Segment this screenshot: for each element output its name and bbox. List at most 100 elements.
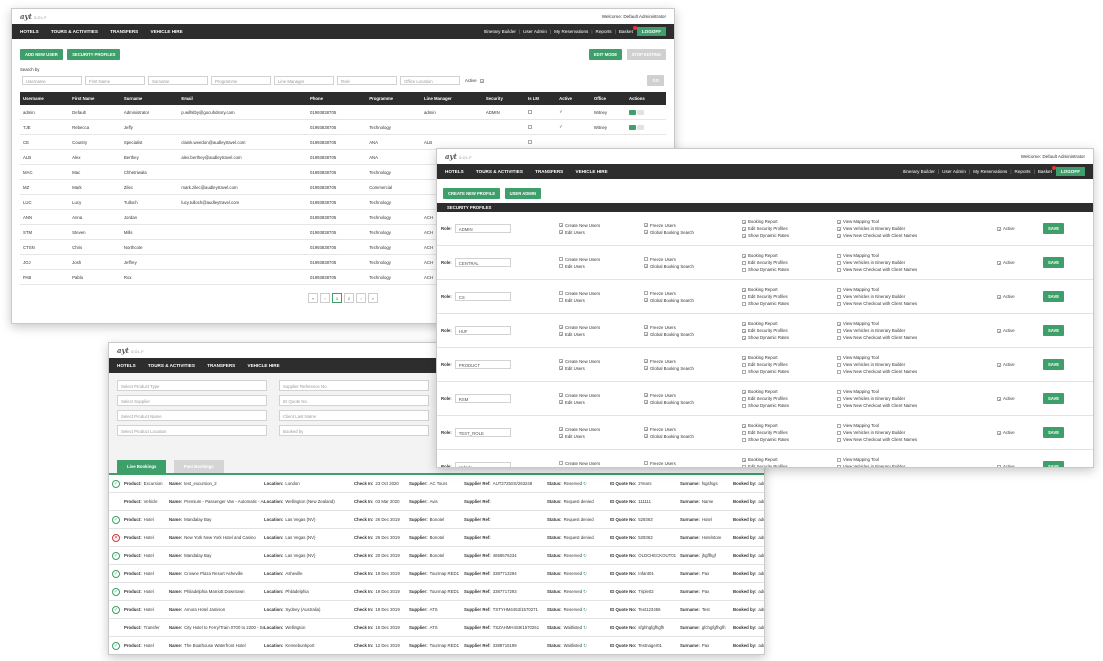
permission-checkbox[interactable] [837,260,841,265]
toggle-user-icon[interactable] [636,109,644,115]
permission-checkbox[interactable] [837,301,841,306]
sp-nav-itinerary-builder[interactable]: Itinerary Builder [903,169,935,174]
booking-filter-input[interactable]: Select Product Type [117,380,267,391]
permission-checkbox[interactable] [742,396,746,401]
permission-checkbox[interactable] [742,362,746,367]
save-button[interactable]: SAVE [1043,461,1065,467]
security-profiles-button[interactable]: SECURITY PROFILES [67,49,121,60]
booking-row[interactable]: Product: Transfer Name: City Hotel to Ferry… [109,619,764,637]
user-admin-button[interactable]: USER ADMIN [504,188,541,199]
active-filter-checkbox[interactable] [479,78,484,83]
permission-checkbox[interactable] [644,223,648,227]
permission-checkbox[interactable] [837,321,841,326]
permission-checkbox[interactable] [559,264,563,268]
permission-checkbox[interactable] [742,464,746,467]
permission-checkbox[interactable] [644,291,648,295]
tab-past-bookings[interactable]: Past Bookings [173,460,224,473]
permission-checkbox[interactable] [559,359,563,363]
refresh-icon[interactable]: ↻ [582,553,587,558]
surname-input[interactable]: Surname [148,76,208,85]
permission-checkbox[interactable] [559,325,563,329]
permission-checkbox[interactable] [742,233,746,238]
sp-nav-basket[interactable]: Basket [1038,166,1056,174]
page-button[interactable]: 1 [332,293,342,303]
permission-checkbox[interactable] [837,219,841,224]
permission-checkbox[interactable] [742,328,746,333]
nav-hotels[interactable]: HOTELS [20,29,39,34]
permission-checkbox[interactable] [742,423,746,428]
permission-checkbox[interactable] [742,457,746,462]
permission-checkbox[interactable] [644,264,648,268]
refresh-icon[interactable]: ↻ [582,481,587,486]
role-input[interactable]: Role [337,76,397,85]
nav-basket[interactable]: Basket [619,26,637,34]
bookings-nav-vehicle-hire[interactable]: VEHICLE HIRE [248,363,280,368]
sp-nav-user-admin[interactable]: User Admin [942,169,966,174]
refresh-icon[interactable]: ↻ [582,625,587,630]
role-name-input[interactable]: CS [454,292,511,301]
page-button[interactable]: » [368,293,378,303]
sp-nav-tours[interactable]: TOURS & ACTIVITIES [476,169,523,174]
permission-checkbox[interactable] [837,457,841,462]
page-button[interactable]: « [308,293,318,303]
permission-checkbox[interactable] [837,294,841,299]
sp-nav-transfers[interactable]: TRANSFERS [535,169,563,174]
permission-checkbox[interactable] [837,437,841,442]
role-name-input[interactable]: ADMIN [454,224,511,233]
permission-checkbox[interactable] [837,362,841,367]
permission-checkbox[interactable] [742,253,746,258]
permission-checkbox[interactable] [742,335,746,340]
permission-checkbox[interactable] [644,298,648,302]
permission-checkbox[interactable] [837,403,841,408]
permission-checkbox[interactable] [644,230,648,234]
nav-user-admin[interactable]: User Admin [523,29,547,34]
username-input[interactable]: Username [22,76,82,85]
permission-checkbox[interactable] [742,219,746,224]
page-button[interactable]: 2 [344,293,354,303]
permission-checkbox[interactable] [644,257,648,261]
permission-checkbox[interactable] [837,423,841,428]
permission-checkbox[interactable] [742,267,746,272]
permission-checkbox[interactable] [742,294,746,299]
sp-nav-vehicle-hire[interactable]: VEHICLE HIRE [576,169,608,174]
is-lm-check[interactable] [528,110,533,115]
booking-filter-input[interactable]: ID Quote No [279,395,429,406]
nav-tours[interactable]: TOURS & ACTIVITIES [51,29,98,34]
table-row[interactable]: TJE Rebecca Jeffy 01993838705 Technology ✓ Wit… [20,119,666,135]
first-name-input[interactable]: First Name [85,76,145,85]
create-profile-button[interactable]: CREATE NEW PROFILE [443,188,501,199]
permission-checkbox[interactable] [742,226,746,231]
edit-user-icon[interactable] [628,124,636,130]
save-button[interactable]: SAVE [1043,393,1065,404]
permission-checkbox[interactable] [559,427,563,431]
role-name-input[interactable]: Vehicle [454,462,511,467]
permission-checkbox[interactable] [742,369,746,374]
refresh-icon[interactable]: ↻ [582,607,587,612]
permission-checkbox[interactable] [644,393,648,397]
sp-nav-reports[interactable]: Reports [1015,169,1031,174]
sp-nav-my-reservations[interactable]: My Reservations [973,169,1007,174]
refresh-icon[interactable]: ↻ [582,589,587,594]
nav-my-reservations[interactable]: My Reservations [554,29,588,34]
booking-filter-input[interactable]: Supplier Reference No [279,380,429,391]
permission-checkbox[interactable] [837,430,841,435]
search-go-button[interactable]: GO [647,75,664,86]
permission-checkbox[interactable] [742,301,746,306]
role-name-input[interactable]: TEST_ROLE [454,428,511,437]
permission-checkbox[interactable] [837,253,841,258]
toggle-user-icon[interactable] [636,124,644,130]
permission-checkbox[interactable] [559,400,563,404]
refresh-icon[interactable]: ↻ [582,571,587,576]
permission-checkbox[interactable] [644,400,648,404]
role-name-input[interactable]: CENTRAL [454,258,511,267]
table-row[interactable]: admin Default Administrator p.wilhitby@gocu… [20,105,666,120]
permission-checkbox[interactable] [837,226,841,231]
role-name-input[interactable]: PRODUCT [454,360,511,369]
active-checkbox[interactable] [997,328,1001,333]
booking-filter-input[interactable]: Select Supplier [117,395,267,406]
role-name-input[interactable]: HUF [454,326,511,335]
office-location-input[interactable]: Office Location [400,76,460,85]
booking-row[interactable]: Product: Vehicle Name: Premium - Passenger … [109,493,764,511]
permission-checkbox[interactable] [559,223,563,227]
programme-input[interactable]: Programme [211,76,271,85]
